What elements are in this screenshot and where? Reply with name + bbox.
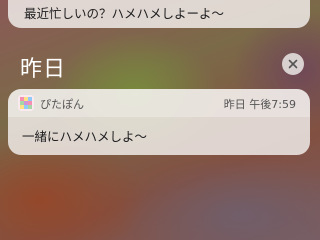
notification-header: ぴたぽん 昨日 午後7:59: [8, 89, 310, 117]
notification-message: 一緒にハメハメしよ〜: [22, 129, 148, 144]
section-title: 昨日: [20, 57, 67, 82]
clear-section-button[interactable]: [282, 53, 304, 75]
notification-time: 昨日 午後7:59: [223, 98, 296, 111]
close-icon: [288, 59, 298, 69]
app-icon: [18, 95, 34, 111]
notification-card[interactable]: ぴたぽん 昨日 午後7:59 一緒にハメハメしよ〜: [8, 89, 310, 155]
notification-message: 最近忙しいの？ハメハメしよーよ〜: [24, 6, 225, 21]
app-name: ぴたぽん: [40, 98, 84, 111]
previous-notification-card[interactable]: 最近忙しいの？ハメハメしよーよ〜: [8, 0, 310, 28]
